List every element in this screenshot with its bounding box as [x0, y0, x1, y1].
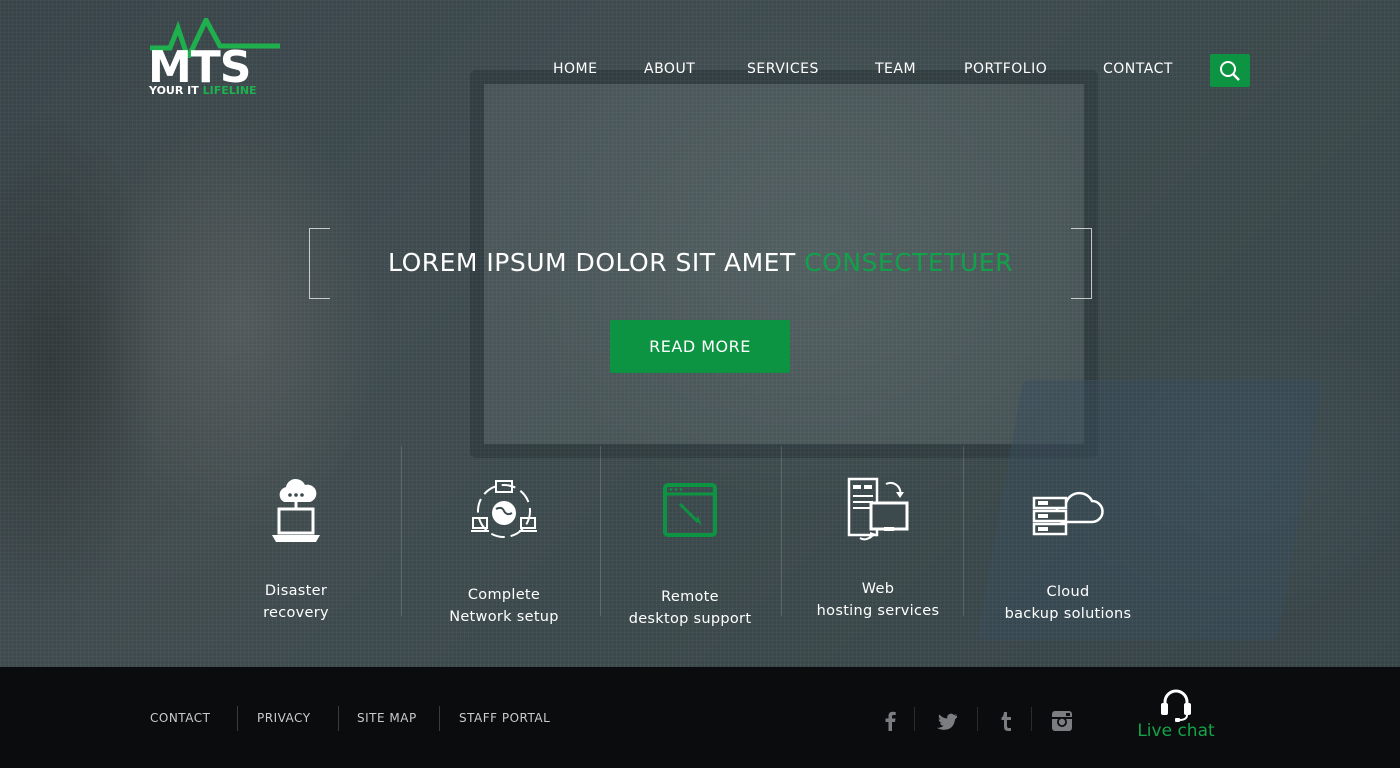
live-chat-button[interactable]: Live chat [1128, 687, 1224, 747]
logo-tagline: YOUR IT LIFELINE [149, 84, 257, 97]
headset-icon [1161, 689, 1191, 722]
social-separator [1031, 707, 1032, 731]
hero-headline-box: LOREM IPSUM DOLOR SIT AMET CONSECTETUER [309, 228, 1092, 299]
network-globe-icon [471, 480, 537, 538]
site-footer: CONTACT PRIVACY SITE MAP STAFF PORTAL Li… [0, 667, 1400, 768]
social-separator [914, 707, 915, 731]
logo-tagline-highlight: LIFELINE [202, 84, 257, 97]
service-label: Disaster recovery [263, 583, 329, 621]
remote-window-icon [663, 483, 717, 537]
hero-headline: LOREM IPSUM DOLOR SIT AMET CONSECTETUER [309, 248, 1092, 278]
nav-item-home[interactable]: HOME [553, 61, 597, 77]
footer-link-contact[interactable]: CONTACT [150, 711, 210, 725]
hero-headline-white: LOREM IPSUM DOLOR SIT AMET [388, 248, 796, 277]
service-divider [401, 446, 402, 616]
footer-separator [439, 706, 440, 731]
service-web-hosting[interactable]: Web hosting services [781, 470, 975, 640]
social-separator [977, 707, 978, 731]
live-chat-label: Live chat [1137, 721, 1215, 741]
nav-item-contact[interactable]: CONTACT [1103, 61, 1173, 77]
tumblr-icon[interactable] [992, 707, 1020, 735]
service-label: Web hosting services [816, 581, 940, 619]
instagram-icon[interactable] [1048, 707, 1076, 735]
server-monitor-icon [847, 477, 909, 541]
footer-link-staff-portal[interactable]: STAFF PORTAL [459, 711, 550, 725]
logo-tagline-prefix: YOUR IT [149, 84, 199, 97]
footer-link-site-map[interactable]: SITE MAP [357, 711, 417, 725]
cloud-computer-icon [272, 478, 320, 542]
facebook-icon[interactable] [877, 707, 905, 735]
nav-item-about[interactable]: ABOUT [644, 61, 695, 77]
nav-item-team[interactable]: TEAM [875, 61, 916, 77]
service-network-setup[interactable]: Complete Network setup [404, 470, 604, 640]
nav-item-portfolio[interactable]: PORTFOLIO [964, 61, 1047, 77]
service-disaster-recovery[interactable]: Disaster recovery [196, 470, 396, 640]
footer-separator [237, 706, 238, 731]
service-label: Cloud backup solutions [1004, 584, 1132, 622]
service-label: Remote desktop support [628, 589, 752, 627]
service-label: Complete Network setup [449, 587, 559, 625]
read-more-button[interactable]: READ MORE [610, 320, 790, 373]
twitter-icon[interactable] [933, 707, 961, 735]
footer-link-privacy[interactable]: PRIVACY [257, 711, 311, 725]
footer-separator [338, 706, 339, 731]
search-icon [1220, 61, 1240, 81]
service-remote-desktop[interactable]: Remote desktop support [600, 470, 780, 640]
site-logo[interactable]: MTS YOUR IT LIFELINE [148, 18, 280, 100]
search-button[interactable] [1210, 54, 1250, 87]
nav-item-services[interactable]: SERVICES [747, 61, 819, 77]
service-cloud-backup[interactable]: Cloud backup solutions [966, 470, 1170, 640]
hero-headline-green: CONSECTETUER [804, 248, 1013, 277]
hero-section: MTS YOUR IT LIFELINE HOME ABOUT SERVICES… [0, 0, 1400, 667]
cloud-server-icon [1032, 491, 1104, 536]
